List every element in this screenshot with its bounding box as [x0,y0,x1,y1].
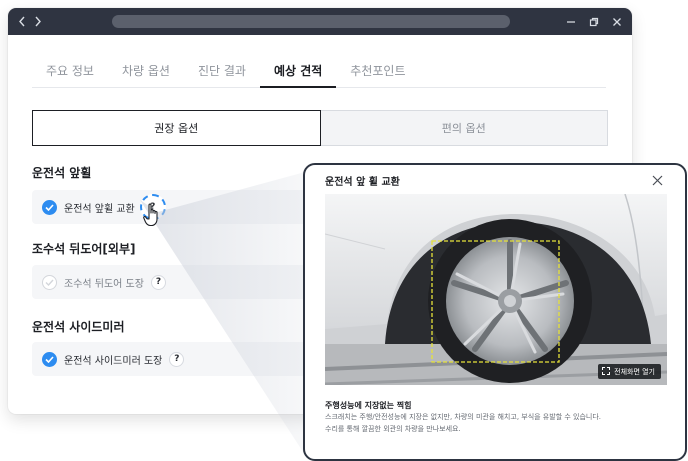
section-title-passenger-rear-door: 조수석 뒤도어[외부] [32,242,136,256]
window-controls [566,17,622,27]
wheel-photo: 전체화면 열기 [325,194,667,385]
option-label: 조수석 뒤도어 도장 [64,278,144,290]
option-type-segment: 권장 옵션 편의 옵션 [32,110,608,146]
popup-title: 운전석 앞 휠 교환 [325,177,400,188]
chevron-left-icon[interactable] [18,16,26,27]
description-line: 스크래치는 주행/안전성능에 지장은 없지만, 차량의 미관을 해치고, 부식을… [325,413,602,421]
section-title-driver-front-wheel: 운전석 앞휠 [32,166,92,180]
fullscreen-button[interactable]: 전체화면 열기 [598,364,661,379]
close-icon[interactable] [612,17,622,27]
tab-estimate[interactable]: 예상 견적 [259,52,337,88]
tab-main-info[interactable]: 주요 정보 [32,52,108,88]
option-row-driver-front-wheel[interactable]: 운전석 앞휠 교환 ? [32,190,332,224]
wheel-illustration [325,194,667,385]
section-title-driver-side-mirror: 운전석 사이드미러 [32,320,125,334]
fullscreen-label: 전체화면 열기 [614,367,655,376]
minimize-icon[interactable] [566,17,576,27]
address-bar[interactable] [112,15,510,28]
option-row-passenger-rear-door[interactable]: 조수석 뒤도어 도장 ? [32,265,332,299]
check-icon[interactable] [42,274,57,290]
tab-vehicle-options[interactable]: 차량 옵션 [108,52,184,88]
description-body: 스크래치는 주행/안전성능에 지장은 없지만, 차량의 미관을 해치고, 부식을… [325,411,675,435]
detail-popup: 운전석 앞 휠 교환 전체화면 열기 주행성능에 지장없는 찍힘 스크래치는 주… [303,163,687,461]
tab-recommend-points[interactable]: 추천포인트 [336,52,419,88]
question-icon[interactable]: ? [150,274,166,290]
question-icon[interactable]: ? [169,351,185,367]
tab-bar: 주요 정보 차량 옵션 진단 결과 예상 견적 추천포인트 [32,52,606,88]
tab-diagnosis-result[interactable]: 진단 결과 [184,52,260,88]
option-row-driver-side-mirror[interactable]: 운전석 사이드미러 도장 ? [32,342,332,376]
stage: 주요 정보 차량 옵션 진단 결과 예상 견적 추천포인트 권장 옵션 편의 옵… [0,0,688,461]
option-label: 운전석 사이드미러 도장 [64,355,163,367]
title-bar [8,8,632,35]
close-icon[interactable] [652,171,663,190]
option-label: 운전석 앞휠 교환 [64,203,135,215]
convenience-options-button[interactable]: 편의 옵션 [320,110,608,146]
recommended-options-button[interactable]: 권장 옵션 [32,110,321,146]
check-icon[interactable] [42,199,57,215]
fullscreen-icon [602,366,611,377]
hand-pointer-icon [143,203,165,231]
nav-arrows [18,16,98,27]
description-line: 수리를 통해 깔끔한 외관의 차량을 만나보세요. [325,425,461,433]
chevron-right-icon[interactable] [34,16,42,27]
check-icon[interactable] [42,351,57,367]
restore-icon[interactable] [589,17,599,27]
description-title: 주행성능에 지장없는 찍힘 [325,401,412,410]
